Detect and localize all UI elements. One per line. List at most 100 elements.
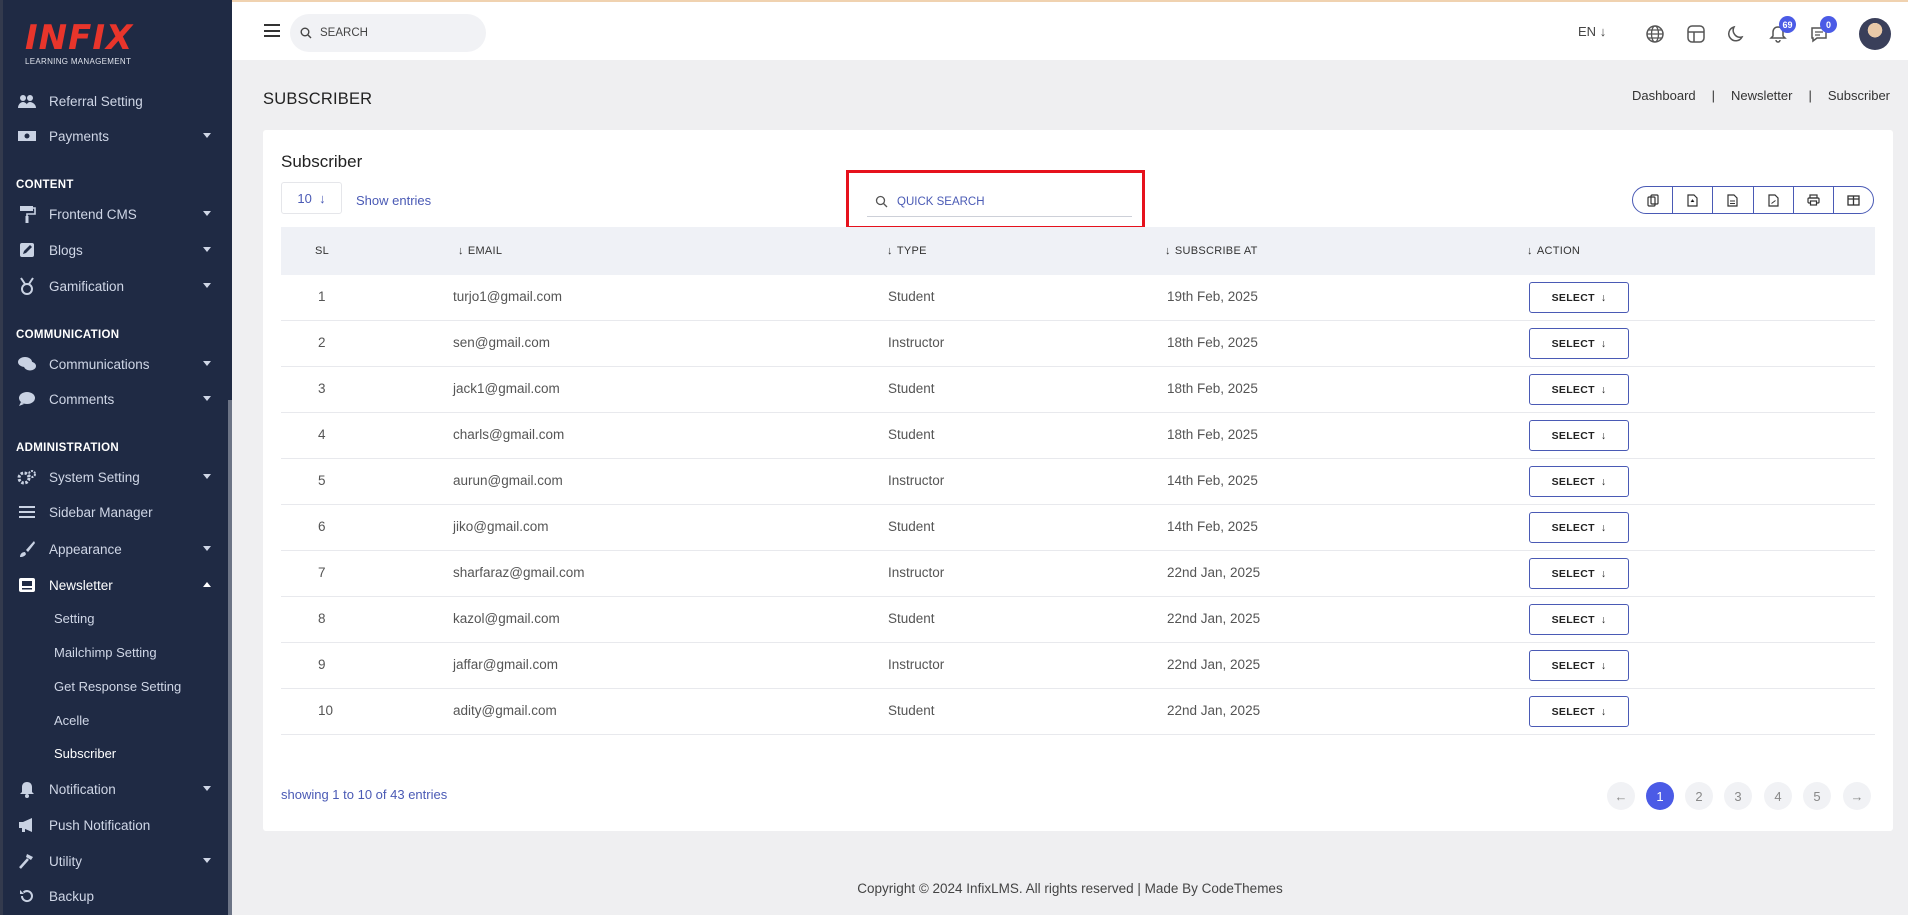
chat-bubbles-icon (16, 355, 38, 373)
cell-email: jack1@gmail.com (453, 381, 560, 396)
column-header-sl[interactable]: SL (315, 245, 329, 257)
column-header-action[interactable]: ↓ ACTION (1527, 245, 1580, 257)
moon-icon[interactable] (1725, 22, 1749, 46)
pagination-prev[interactable]: ← (1607, 782, 1635, 810)
sidebar-item-gamification[interactable]: Gamification (3, 271, 231, 301)
sidebar-item-push-notification[interactable]: Push Notification (3, 810, 231, 840)
cell-type: Instructor (888, 565, 945, 580)
language-selector[interactable]: EN ↓ (1578, 24, 1606, 39)
layout-icon[interactable] (1684, 22, 1708, 46)
sidebar-item-label: Comments (49, 391, 115, 407)
select-action-button[interactable]: SELECT ↓ (1529, 374, 1629, 405)
breadcrumb-newsletter[interactable]: Newsletter (1731, 88, 1792, 103)
excel-icon[interactable] (1713, 187, 1754, 213)
cell-type: Student (888, 381, 935, 396)
entries-select[interactable]: 10 ↓ (281, 182, 342, 214)
column-header-email[interactable]: ↓ EMAIL (458, 245, 502, 257)
select-action-button[interactable]: SELECT ↓ (1529, 282, 1629, 313)
sidebar-subitem-setting[interactable]: Setting (54, 611, 94, 626)
select-action-button[interactable]: SELECT ↓ (1529, 650, 1629, 681)
cell-email: turjo1@gmail.com (453, 289, 562, 304)
select-action-button[interactable]: SELECT ↓ (1529, 512, 1629, 543)
search-icon (300, 27, 312, 39)
select-action-button[interactable]: SELECT ↓ (1529, 466, 1629, 497)
user-avatar[interactable] (1859, 18, 1891, 50)
pagination-page-1[interactable]: 1 (1646, 782, 1674, 810)
select-label: SELECT (1551, 475, 1595, 488)
table-row: 9 jaffar@gmail.com Instructor 22nd Jan, 202… (281, 643, 1875, 689)
pagination-next[interactable]: → (1843, 782, 1871, 810)
globe-icon[interactable] (1643, 22, 1667, 46)
pagination-page-3[interactable]: 3 (1724, 782, 1752, 810)
sidebar-item-label: Newsletter (49, 577, 113, 593)
copy-icon[interactable] (1633, 187, 1674, 213)
sort-arrow-icon: ↓ (887, 245, 893, 257)
sidebar-item-blogs[interactable]: Blogs (3, 235, 231, 265)
sidebar-subitem-get-response-setting[interactable]: Get Response Setting (54, 679, 181, 694)
cell-email: sen@gmail.com (453, 335, 550, 350)
search-icon (875, 195, 888, 208)
select-action-button[interactable]: SELECT ↓ (1529, 696, 1629, 727)
sidebar-item-system-setting[interactable]: System Setting (3, 462, 231, 492)
sidebar-item-label: Sidebar Manager (49, 504, 153, 520)
chevron-down-icon (203, 247, 211, 252)
table-row: 7 sharfaraz@gmail.com Instructor 22nd Jan, … (281, 551, 1875, 597)
cell-sl: 9 (318, 657, 326, 672)
messages-icon[interactable]: 0 (1807, 16, 1837, 46)
select-action-button[interactable]: SELECT ↓ (1529, 328, 1629, 359)
column-header-subscribe-at[interactable]: ↓ SUBSCRIBE AT (1165, 245, 1258, 257)
breadcrumb-dashboard[interactable]: Dashboard (1632, 88, 1696, 103)
bell-icon (16, 780, 38, 798)
columns-icon[interactable] (1834, 187, 1873, 213)
select-action-button[interactable]: SELECT ↓ (1529, 420, 1629, 451)
sidebar-item-frontend-cms[interactable]: Frontend CMS (3, 199, 231, 229)
sidebar-item-appearance[interactable]: Appearance (3, 534, 231, 564)
sidebar-item-notification[interactable]: Notification (3, 774, 231, 804)
pagination-page-5[interactable]: 5 (1803, 782, 1831, 810)
sidebar-item-referral-setting[interactable]: Referral Setting (3, 86, 231, 116)
breadcrumb-subscriber[interactable]: Subscriber (1828, 88, 1890, 103)
csv-icon[interactable] (1673, 187, 1714, 213)
pagination-page-2[interactable]: 2 (1685, 782, 1713, 810)
cell-email: charls@gmail.com (453, 427, 565, 442)
sidebar-item-communications[interactable]: Communications (3, 349, 231, 379)
arrow-down-icon: ↓ (1600, 521, 1607, 534)
sidebar-subitem-mailchimp-setting[interactable]: Mailchimp Setting (54, 645, 157, 660)
arrow-down-icon: ↓ (1599, 24, 1607, 39)
sidebar-item-utility[interactable]: Utility (3, 846, 231, 876)
select-action-button[interactable]: SELECT ↓ (1529, 604, 1629, 635)
sidebar-item-label: Communications (49, 356, 150, 372)
menu-toggle-icon[interactable] (264, 24, 280, 37)
notifications-bell-icon[interactable]: 69 (1766, 16, 1796, 46)
arrow-down-icon: ↓ (1600, 475, 1607, 488)
header-search-input[interactable] (320, 27, 470, 39)
quick-search-input[interactable] (897, 195, 1127, 208)
medal-icon (16, 277, 38, 295)
sidebar-subitem-subscriber[interactable]: Subscriber (54, 746, 116, 761)
sidebar-subitem-acelle[interactable]: Acelle (54, 713, 89, 728)
pagination-page-4[interactable]: 4 (1764, 782, 1792, 810)
print-icon[interactable] (1794, 187, 1834, 213)
quick-search[interactable] (867, 187, 1132, 217)
pdf-icon[interactable] (1754, 187, 1794, 213)
top-header: EN ↓ 69 0 (232, 0, 1908, 60)
cell-subscribe-at: 18th Feb, 2025 (1167, 381, 1258, 396)
sidebar-item-sidebar-manager[interactable]: Sidebar Manager (3, 497, 231, 527)
select-label: SELECT (1551, 521, 1595, 534)
arrow-down-icon: ↓ (1600, 429, 1607, 442)
cell-email: jiko@gmail.com (453, 519, 549, 534)
select-label: SELECT (1551, 567, 1595, 580)
select-action-button[interactable]: SELECT ↓ (1529, 558, 1629, 589)
chevron-down-icon (203, 133, 211, 138)
column-header-label: ACTION (1536, 245, 1581, 257)
cell-sl: 2 (318, 335, 326, 350)
sidebar-item-newsletter[interactable]: Newsletter (3, 570, 231, 600)
section-administration: ADMINISTRATION (16, 442, 120, 454)
column-header-type[interactable]: ↓ TYPE (887, 245, 927, 257)
sidebar-item-comments[interactable]: Comments (3, 384, 231, 414)
sidebar-item-payments[interactable]: Payments (3, 121, 231, 151)
cell-sl: 8 (318, 611, 326, 626)
brand-logo[interactable]: INFIX LEARNING MANAGEMENT (25, 20, 145, 72)
sidebar-item-backup[interactable]: Backup (3, 881, 231, 911)
header-search[interactable] (290, 14, 486, 52)
